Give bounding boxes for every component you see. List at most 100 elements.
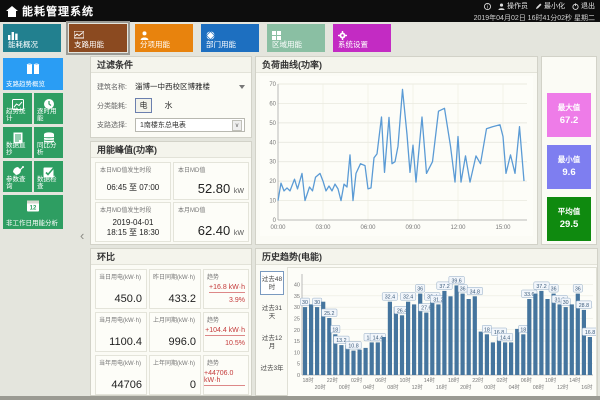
bar	[521, 334, 526, 375]
category-electric-button[interactable]: 电	[135, 98, 152, 113]
tab-label: 能耗概况	[8, 40, 38, 49]
bar	[557, 304, 562, 375]
svg-text:30: 30	[269, 160, 276, 166]
ring-mid-value: 0	[189, 379, 196, 391]
tab-system-settings[interactable]: 系统设置	[333, 24, 391, 52]
ring-trend-delta: +104.4 kW·h	[205, 327, 245, 336]
sidebar-item-branch-trend-overview[interactable]: 支路趋势概览	[3, 58, 63, 90]
bar	[357, 349, 362, 375]
month-md-period-time: 18:15 至 18:30	[106, 228, 160, 237]
tab-energy-overview[interactable]: 能耗概况	[3, 24, 61, 52]
ring-left-cell: 当日用电(kW·h) 450.0	[95, 269, 147, 309]
svg-text:25: 25	[294, 316, 300, 322]
ring-mid-cell: 上月同期(kW·h) 996.0	[149, 312, 201, 352]
svg-text:12: 12	[30, 206, 37, 212]
building-value[interactable]: 淄博一中西校区博雅楼	[135, 81, 210, 92]
ring-left-value: 1100.4	[109, 336, 142, 348]
month-md-label: 本月MD值	[178, 208, 206, 214]
category-water-button[interactable]: 水	[160, 98, 177, 113]
max-value-badge: 最大值 67.2	[547, 93, 591, 137]
tab-department-energy[interactable]: 部门用能	[201, 24, 259, 52]
svg-text:04时: 04时	[363, 383, 375, 391]
ring-mid-value: 433.2	[168, 293, 196, 305]
svg-text:00:00: 00:00	[270, 225, 286, 231]
range-past-31d-button[interactable]: 过去31天	[260, 301, 284, 325]
ring-trend-pct: 10.5%	[225, 340, 245, 347]
bar-value-label: 26.4	[397, 308, 407, 314]
branch-select[interactable]: 1南楼东总电表 v	[135, 118, 245, 132]
svg-text:40: 40	[294, 283, 300, 289]
avg-value: 29.5	[559, 219, 579, 230]
sidebar-item-hourly-energy[interactable]: 逐时用能	[34, 93, 63, 124]
chevron-down-icon[interactable]	[239, 84, 245, 89]
sidebar-item-data-readout[interactable]: 数据直抄	[3, 127, 32, 158]
bar	[569, 304, 574, 375]
tab-label: 区域用能	[272, 40, 302, 49]
min-value-label: 最小值	[557, 155, 581, 164]
month-md-period-date: 2019-04-01	[112, 218, 154, 227]
tab-label: 部门用能	[206, 40, 236, 49]
day-md-value-cell: 本日MD值 52.80 kW	[173, 162, 249, 200]
svg-text:22时: 22时	[327, 376, 339, 384]
user-menu[interactable]: 操作员	[498, 1, 528, 11]
bar-value-label: 39.6	[451, 278, 461, 284]
month-md-unit: kW	[233, 230, 244, 237]
bar	[563, 307, 568, 375]
bar-value-label: 18	[520, 327, 526, 333]
svg-text:50: 50	[269, 121, 276, 127]
logout-button[interactable]: 退出	[572, 1, 595, 11]
bar	[412, 304, 417, 375]
stat-badges-panel: 最大值 67.2 最小值 9.6 平均值 29.5	[541, 56, 597, 245]
bar-value-label: 30	[563, 300, 569, 306]
sidebar-item-label: 支路趋势概览	[6, 81, 45, 88]
tab-category-energy[interactable]: 分项用能	[135, 24, 193, 52]
ring-trend-label: 趋势	[207, 275, 220, 281]
sidebar-item-data-check[interactable]: 数据检查	[34, 161, 63, 192]
bar-value-label: 14.4	[500, 335, 510, 341]
max-value-label: 最大值	[557, 103, 581, 112]
svg-text:18时: 18时	[302, 376, 314, 384]
sidebar-item-non-workday-analysis[interactable]: 12 非工作日用能分析	[3, 195, 63, 229]
bar	[503, 342, 508, 375]
info-icon[interactable]: i	[484, 2, 491, 10]
bar	[315, 307, 320, 375]
datetime: 2019年04月02日 16时41分02秒 星期二	[473, 15, 595, 22]
tab-area-energy[interactable]: 区域用能	[267, 24, 325, 52]
sidebar-item-yoy-analysis[interactable]: 同比分析	[34, 127, 63, 158]
range-past-12m-button[interactable]: 过去12月	[260, 331, 284, 355]
bar-value-label: 36	[460, 287, 466, 293]
sidebar-collapse-handle[interactable]: ‹	[80, 228, 84, 243]
bar-value-label: 32.4	[403, 295, 413, 301]
day-md-period-label: 本日MD值发生时段	[100, 168, 152, 174]
user-label: 操作员	[507, 3, 528, 10]
svg-text:10: 10	[294, 350, 300, 356]
sidebar-item-trend-statistics[interactable]: 趋势统计	[3, 93, 32, 124]
bar	[369, 342, 374, 375]
ring-left-cell: 当年用电(kW·h) 44706	[95, 355, 147, 395]
ring-mid-label: 上月同期(kW·h)	[153, 318, 195, 324]
sidebar-item-label: 数据检查	[37, 176, 57, 190]
svg-text:20时: 20时	[460, 383, 472, 391]
topbar-right: i 操作员 最小化 退出 2019年04月02日 16时41分02秒 星期二	[474, 1, 595, 23]
sidebar-item-parameter-query[interactable]: 参数查询	[3, 161, 32, 192]
bar-value-label: 16.8	[585, 330, 595, 336]
svg-text:02时: 02时	[351, 376, 363, 384]
minimize-button[interactable]: 最小化	[535, 1, 565, 11]
load-curve-title: 负荷曲线(功率)	[256, 57, 537, 73]
range-past-48h-button[interactable]: 过去48时	[260, 271, 284, 295]
svg-text:35: 35	[294, 294, 300, 300]
bar-value-label: 18	[484, 327, 490, 333]
svg-text:12时: 12时	[557, 383, 569, 391]
bar-value-label: 30	[302, 300, 308, 306]
load-curve-panel: 负荷曲线(功率) 0 10 20 30 40 50 60 70 00:00 03:00 06:00 0…	[255, 56, 538, 245]
ring-left-label: 当日用电(kW·h)	[99, 275, 141, 281]
peak-panel-title: 用能峰值(功率)	[91, 142, 251, 158]
svg-text:14时: 14时	[569, 376, 581, 384]
range-past-3y-button[interactable]: 过去3年	[260, 361, 284, 385]
day-md-unit: kW	[233, 188, 244, 195]
app-title: 能耗管理系统	[22, 6, 94, 18]
bar	[351, 350, 356, 375]
bar	[490, 342, 495, 375]
tab-branch-energy[interactable]: 支路用能	[66, 21, 130, 55]
bar	[381, 337, 386, 375]
